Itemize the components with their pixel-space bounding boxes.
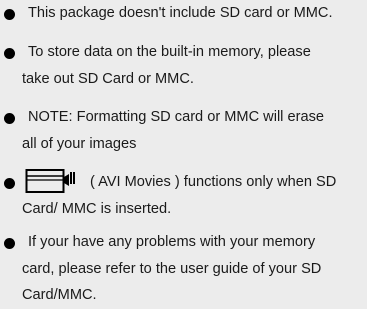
note-line: Card/MMC. <box>22 287 97 303</box>
bullet-icon <box>4 238 15 249</box>
note-line: take out SD Card or MMC. <box>22 70 194 87</box>
note-text: This package doesn't include SD card or … <box>28 0 367 27</box>
note-line: This package doesn't include SD card or … <box>28 5 333 21</box>
bullet-icon <box>4 178 15 189</box>
note-text: If your have any problems with your memo… <box>22 229 367 309</box>
movie-camera-icon <box>25 169 75 193</box>
note-line: all of your images <box>22 135 137 152</box>
note-text: To store data on the built-in memory, pl… <box>22 39 367 92</box>
note-line: NOTE: Formatting SD card or MMC will era… <box>28 109 324 125</box>
bullet-icon <box>4 48 15 59</box>
note-line: To store data on the built-in memory, pl… <box>28 44 311 60</box>
note-text: NOTE: Formatting SD card or MMC will era… <box>22 104 367 157</box>
bullet-icon <box>4 9 15 20</box>
note-text: ( AVI Movies ) functions only when SD Ca… <box>22 169 367 222</box>
bullet-icon <box>4 113 15 124</box>
note-line: If your have any problems with your memo… <box>28 234 316 250</box>
note-line: card, please refer to the user guide of … <box>22 260 322 277</box>
note-line: Card/ MMC is inserted. <box>22 200 172 217</box>
note-line: ( AVI Movies ) functions only when SD <box>90 174 337 190</box>
